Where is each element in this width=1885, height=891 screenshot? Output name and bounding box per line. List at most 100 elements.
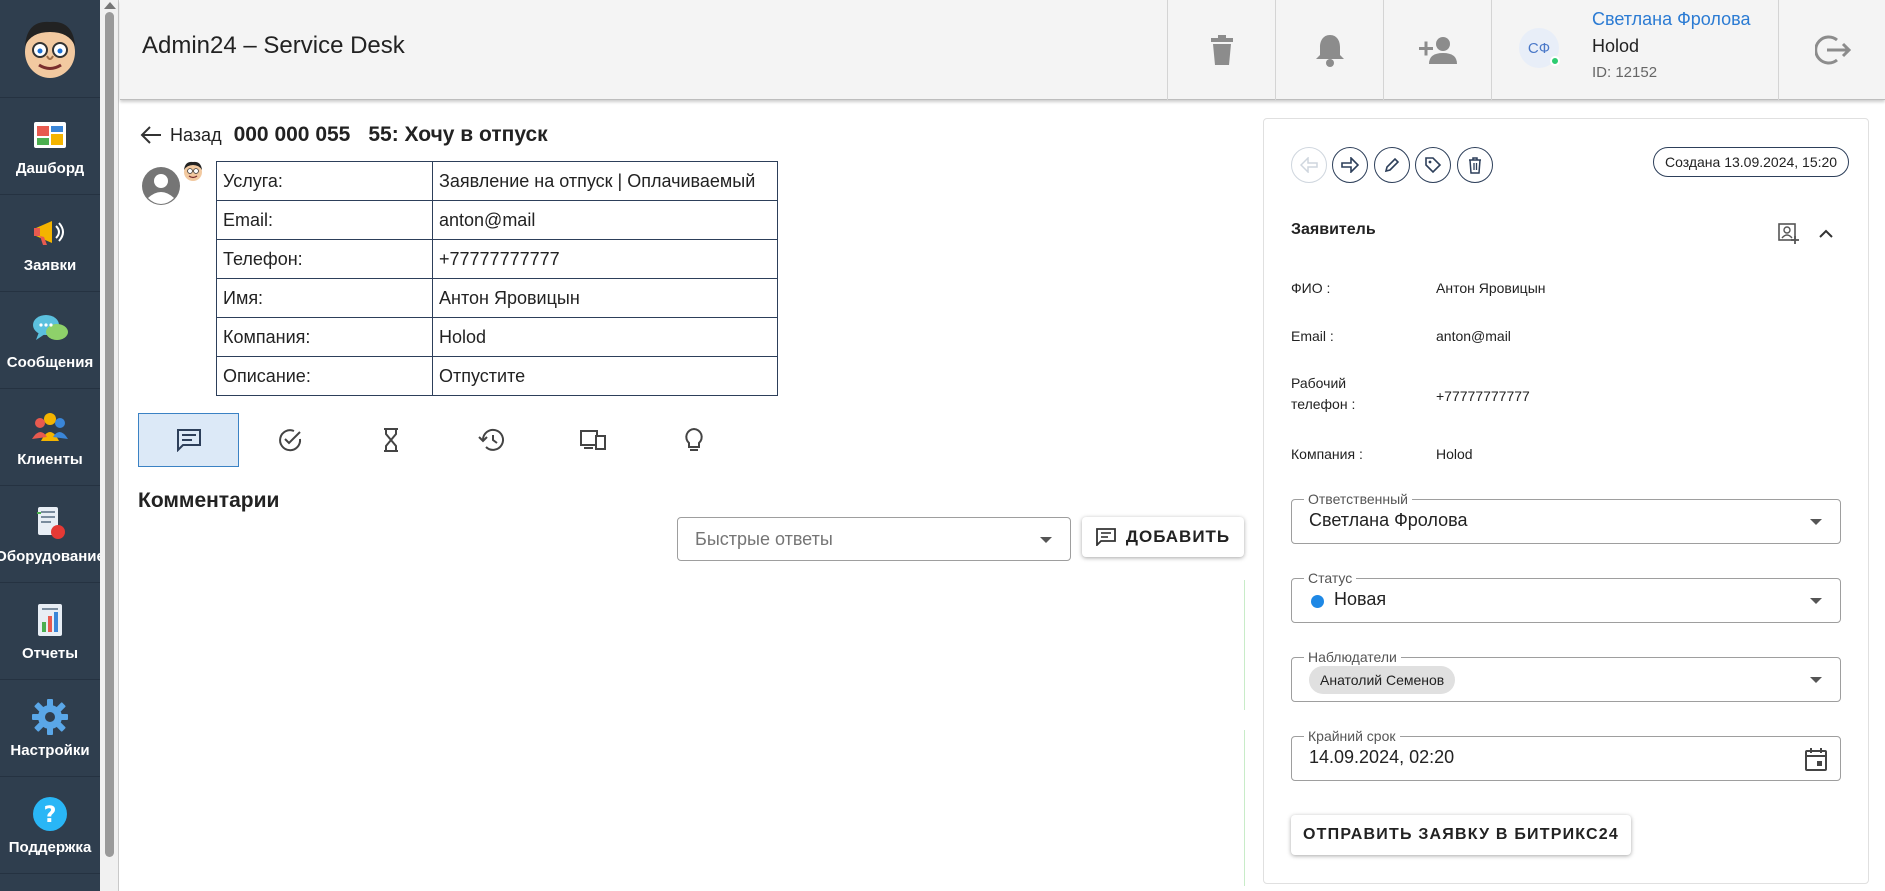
assign-applicant-button[interactable] bbox=[1775, 220, 1801, 246]
app-title: Admin24 – Service Desk bbox=[142, 32, 405, 59]
lightbulb-icon bbox=[684, 427, 703, 451]
top-header: Admin24 – Service Desk СФ Светлана Фроло… bbox=[120, 0, 1885, 100]
app-logo-avatar[interactable] bbox=[0, 0, 100, 98]
comments-title: Комментарии bbox=[138, 489, 280, 512]
watcher-chip[interactable]: Анатолий Семенов bbox=[1309, 666, 1456, 694]
responsible-select[interactable]: Ответственный Светлана Фролова bbox=[1291, 491, 1841, 544]
user-id: ID: 12152 bbox=[1592, 64, 1658, 81]
previous-button[interactable] bbox=[1291, 147, 1327, 183]
add-comment-button[interactable]: ДОБАВИТЬ bbox=[1082, 517, 1244, 557]
report-icon bbox=[31, 601, 69, 639]
sidebar-item-settings[interactable]: Настройки bbox=[0, 681, 100, 777]
created-date-badge: Создана 13.09.2024, 15:20 bbox=[1653, 147, 1850, 177]
field-label: телефон : bbox=[1291, 396, 1356, 412]
bell-icon bbox=[1315, 35, 1344, 67]
ticket-number: 000 000 055 bbox=[233, 123, 351, 146]
ticket-tabs bbox=[138, 413, 744, 467]
sidebar-item-label: Оборудование bbox=[0, 548, 105, 565]
tab-comments[interactable] bbox=[138, 413, 239, 467]
delete-button[interactable] bbox=[1457, 147, 1493, 183]
chat-bubbles-icon bbox=[31, 310, 69, 348]
pencil-icon bbox=[1384, 157, 1400, 173]
trash-icon bbox=[1210, 35, 1233, 65]
table-row: Услуга: Заявление на отпуск | Оплачиваемы… bbox=[216, 161, 778, 201]
field-value: +77777777777 bbox=[1436, 388, 1530, 404]
account-box-plus-icon bbox=[1778, 223, 1799, 244]
online-status-dot bbox=[1550, 56, 1560, 66]
sidebar-item-dashboard[interactable]: Дашборд bbox=[0, 99, 100, 195]
ticket-title-row: Назад 000 000 055 55: Хочу в отпуск bbox=[140, 120, 548, 150]
sidebar-item-support[interactable]: ? Поддержка bbox=[0, 778, 100, 874]
divider bbox=[1244, 730, 1245, 886]
cartoon-face-icon bbox=[25, 21, 75, 78]
equipment-icon bbox=[31, 504, 69, 542]
ticket-info-table: Услуга: Заявление на отпуск | Оплачиваемы… bbox=[216, 161, 778, 396]
dropdown-arrow-icon bbox=[1810, 677, 1822, 683]
scroll-thumb[interactable] bbox=[105, 12, 114, 857]
back-label: Назад bbox=[170, 124, 222, 145]
ticket-title: 55: Хочу в отпуск bbox=[368, 123, 548, 146]
table-row: Имя: Антон Яровицын bbox=[216, 278, 778, 318]
sidebar-item-clients[interactable]: Клиенты bbox=[0, 390, 100, 486]
tag-icon bbox=[1425, 157, 1442, 174]
info-key: Телефон: bbox=[216, 239, 433, 279]
arrow-left-icon bbox=[140, 126, 161, 144]
sidebar-item-equipment[interactable]: Оборудование bbox=[0, 487, 105, 583]
trash-icon bbox=[1469, 156, 1481, 174]
sidebar-item-label: Настройки bbox=[10, 742, 90, 759]
sidebar-item-label: Заявки bbox=[23, 257, 77, 274]
send-to-bitrix-button[interactable]: ОТПРАВИТЬ ЗАЯВКУ В БИТРИКС24 bbox=[1291, 815, 1631, 855]
user-profile[interactable]: СФ Светлана Фролова Holod ID: 12152 bbox=[1491, 0, 1778, 100]
tab-devices[interactable] bbox=[542, 413, 643, 467]
add-user-button[interactable] bbox=[1383, 0, 1491, 100]
deadline-input[interactable]: Крайний срок 14.09.2024, 02:20 bbox=[1291, 728, 1841, 781]
scroll-up-arrow-icon[interactable] bbox=[104, 2, 116, 9]
sidebar-item-label: Сообщения bbox=[6, 354, 94, 371]
comment-icon bbox=[176, 429, 201, 452]
info-value: Антон Яровицын bbox=[432, 278, 778, 318]
sidebar-item-messages[interactable]: Сообщения bbox=[0, 293, 100, 389]
status-label: Статус bbox=[1304, 570, 1357, 586]
megaphone-icon bbox=[31, 213, 69, 251]
status-select[interactable]: Статус Новая bbox=[1291, 570, 1841, 623]
dropdown-arrow-icon bbox=[1040, 537, 1052, 543]
info-value: Заявление на отпуск | Оплачиваемый bbox=[432, 161, 778, 201]
info-value: Holod bbox=[432, 317, 778, 357]
arrow-right-outline-icon bbox=[1341, 157, 1359, 173]
forward-button[interactable] bbox=[1332, 147, 1368, 183]
tab-tasks[interactable] bbox=[239, 413, 340, 467]
collapse-button[interactable] bbox=[1813, 220, 1839, 246]
tab-knowledge[interactable] bbox=[643, 413, 744, 467]
tab-history[interactable] bbox=[441, 413, 542, 467]
calendar-icon[interactable] bbox=[1805, 747, 1827, 771]
edit-button[interactable] bbox=[1374, 147, 1410, 183]
back-link[interactable]: Назад bbox=[140, 125, 222, 146]
hourglass-icon bbox=[383, 428, 398, 452]
status-dot bbox=[1311, 595, 1324, 608]
quick-replies-select[interactable]: Быстрые ответы bbox=[677, 517, 1071, 561]
quick-replies-placeholder: Быстрые ответы bbox=[695, 528, 833, 549]
vertical-scrollbar[interactable] bbox=[100, 0, 119, 891]
table-row: Телефон: +77777777777 bbox=[216, 239, 778, 279]
dashboard-icon bbox=[31, 116, 69, 154]
add-user-icon bbox=[1418, 37, 1457, 64]
devices-icon bbox=[579, 430, 606, 450]
notifications-button[interactable] bbox=[1275, 0, 1383, 100]
applicant-section-title: Заявитель bbox=[1291, 221, 1376, 238]
field-label: Компания : bbox=[1291, 446, 1363, 462]
sidebar-item-tickets[interactable]: Заявки bbox=[0, 196, 100, 292]
info-key: Услуга: bbox=[216, 161, 433, 201]
watchers-select[interactable]: Наблюдатели Анатолий Семенов bbox=[1291, 649, 1841, 702]
dropdown-arrow-icon bbox=[1810, 519, 1822, 525]
add-label: ДОБАВИТЬ bbox=[1125, 527, 1231, 546]
trash-button[interactable] bbox=[1167, 0, 1275, 100]
sidebar-item-reports[interactable]: Отчеты bbox=[0, 584, 100, 680]
logout-button[interactable] bbox=[1778, 0, 1885, 100]
user-name: Светлана Фролова bbox=[1592, 9, 1751, 29]
tag-button[interactable] bbox=[1415, 147, 1451, 183]
responsible-label: Ответственный bbox=[1304, 491, 1412, 507]
field-value: anton@mail bbox=[1436, 328, 1511, 344]
sidebar-item-label: Отчеты bbox=[21, 645, 79, 662]
info-value: anton@mail bbox=[432, 200, 778, 240]
tab-time[interactable] bbox=[340, 413, 441, 467]
